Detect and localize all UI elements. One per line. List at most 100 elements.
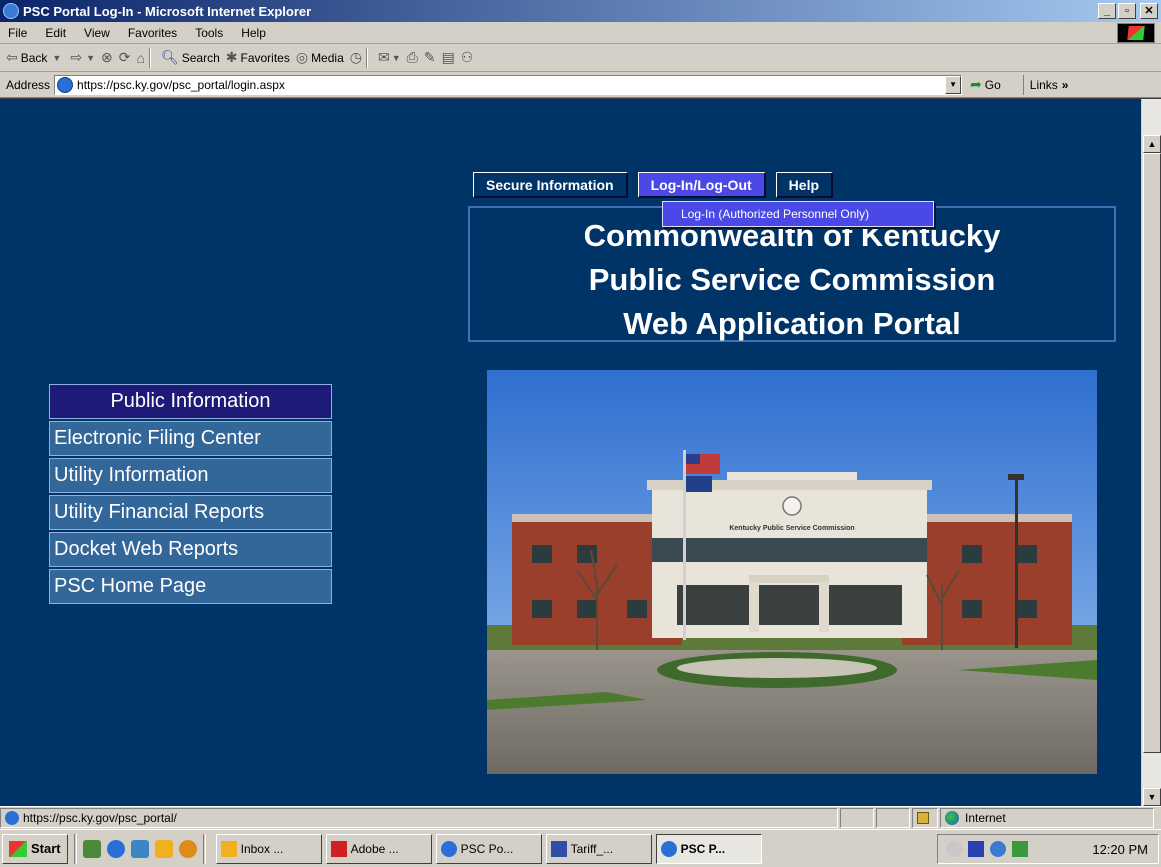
word-icon bbox=[550, 840, 567, 857]
ie-icon bbox=[440, 840, 457, 857]
taskbar-item-label: PSC P... bbox=[680, 841, 726, 856]
back-arrow-icon: ⇦ bbox=[6, 49, 18, 65]
antivirus-icon[interactable] bbox=[968, 841, 984, 857]
menu-edit[interactable]: Edit bbox=[37, 26, 76, 40]
update-icon[interactable] bbox=[1012, 841, 1028, 857]
status-url: https://psc.ky.gov/psc_portal/ bbox=[23, 810, 177, 825]
side-item-docket-web-reports[interactable]: Docket Web Reports bbox=[49, 532, 332, 567]
messenger-icon: ⚇ bbox=[460, 49, 474, 65]
taskbar-item-psc-portal[interactable]: PSC Po... bbox=[435, 833, 542, 864]
taskbar-item-label: Adobe ... bbox=[350, 841, 399, 856]
toolbar-separator bbox=[148, 47, 151, 68]
menu-view[interactable]: View bbox=[76, 26, 120, 40]
start-button[interactable]: Start bbox=[2, 833, 68, 864]
building-illustration: Kentucky Public Service Commission bbox=[487, 370, 1097, 774]
windows-flag-icon bbox=[9, 840, 27, 857]
media-icon: ◎ bbox=[295, 49, 309, 65]
media-player-icon[interactable] bbox=[178, 839, 197, 858]
back-button[interactable]: ⇦ Back ▼ bbox=[6, 49, 64, 66]
window-title: PSC Portal Log-In - Microsoft Internet E… bbox=[23, 3, 312, 19]
side-item-utility-financial-reports[interactable]: Utility Financial Reports bbox=[49, 495, 332, 530]
menu-favorites[interactable]: Favorites bbox=[120, 26, 187, 40]
messenger-button[interactable]: ⚇ bbox=[461, 49, 474, 66]
menu-help[interactable]: Help bbox=[233, 26, 276, 40]
side-item-psc-home-page[interactable]: PSC Home Page bbox=[49, 569, 332, 604]
home-icon: ⌂ bbox=[136, 49, 145, 66]
menu-file[interactable]: File bbox=[0, 26, 37, 40]
search-icon: 🔍︎ bbox=[160, 49, 179, 65]
network-icon[interactable] bbox=[990, 841, 1006, 857]
building-sign-text: Kentucky Public Service Commission bbox=[729, 525, 854, 532]
taskbar-item-psc-active[interactable]: PSC P... bbox=[655, 833, 762, 864]
standard-toolbar: ⇦ Back ▼ ⇨ ▼ ⊗ ⟳ ⌂ 🔍︎ Search ✱ Favorites… bbox=[0, 44, 1161, 72]
discuss-button[interactable]: ▤ bbox=[442, 49, 455, 66]
calendar-icon[interactable] bbox=[154, 839, 173, 858]
adobe-icon bbox=[330, 840, 347, 857]
side-item-electronic-filing-center[interactable]: Electronic Filing Center bbox=[49, 421, 332, 456]
outlook-icon bbox=[220, 840, 237, 857]
go-button[interactable]: ➦ Go bbox=[970, 76, 1001, 93]
status-zone: Internet bbox=[965, 810, 1006, 825]
forward-arrow-icon: ⇨ bbox=[70, 49, 83, 65]
minimize-button[interactable]: _ bbox=[1098, 3, 1116, 19]
clock: 12:20 PM bbox=[1092, 841, 1148, 857]
side-menu: Public Information Electronic Filing Cen… bbox=[49, 384, 332, 606]
windows-logo-throbber bbox=[1117, 23, 1155, 43]
chevron-down-icon: ▼ bbox=[52, 52, 62, 63]
edit-button[interactable]: ✎ bbox=[424, 49, 436, 66]
taskbar-item-inbox[interactable]: Inbox ... bbox=[215, 833, 322, 864]
scroll-down-button[interactable]: ▼ bbox=[1143, 788, 1161, 806]
mail-button[interactable]: ✉ ▼ bbox=[378, 49, 401, 66]
address-input[interactable]: https://psc.ky.gov/psc_portal/login.aspx… bbox=[54, 74, 963, 95]
links-toolbar[interactable]: Links » bbox=[1022, 74, 1068, 95]
media-button[interactable]: ◎ Media bbox=[296, 49, 344, 66]
refresh-button[interactable]: ⟳ bbox=[119, 49, 131, 66]
taskbar-separator bbox=[73, 833, 77, 864]
address-dropdown-button[interactable]: ▼ bbox=[945, 75, 962, 94]
scroll-thumb[interactable] bbox=[1143, 153, 1161, 753]
system-tray: 12:20 PM bbox=[937, 834, 1159, 864]
volume-icon[interactable] bbox=[946, 841, 962, 857]
chevron-down-icon: ▼ bbox=[391, 52, 401, 63]
nav-secure-information[interactable]: Secure Information bbox=[473, 172, 628, 198]
page-icon bbox=[57, 76, 74, 93]
login-dropdown-item[interactable]: Log-In (Authorized Personnel Only) bbox=[662, 201, 934, 227]
maximize-button[interactable]: ▫ bbox=[1118, 3, 1136, 19]
mail-icon: ✉ bbox=[377, 49, 390, 65]
nav-log-in-log-out[interactable]: Log-In/Log-Out bbox=[637, 172, 766, 198]
vertical-scrollbar[interactable]: ▲ ▼ bbox=[1141, 99, 1161, 806]
taskbar-item-adobe[interactable]: Adobe ... bbox=[325, 833, 432, 864]
menu-tools[interactable]: Tools bbox=[187, 26, 233, 40]
history-button[interactable]: ◷ bbox=[350, 49, 362, 66]
scroll-up-button[interactable]: ▲ bbox=[1143, 135, 1161, 153]
back-label: Back bbox=[20, 50, 48, 65]
outlook-icon[interactable] bbox=[130, 839, 149, 858]
side-item-utility-information[interactable]: Utility Information bbox=[49, 458, 332, 493]
chevron-down-icon: ▼ bbox=[86, 52, 95, 63]
discuss-icon: ▤ bbox=[441, 49, 455, 65]
favorites-star-icon: ✱ bbox=[225, 49, 238, 65]
ie-icon bbox=[660, 840, 677, 857]
favorites-button[interactable]: ✱ Favorites bbox=[226, 49, 290, 66]
status-bar: https://psc.ky.gov/psc_portal/ Internet bbox=[0, 806, 1161, 828]
favorites-label: Favorites bbox=[240, 50, 290, 65]
home-button[interactable]: ⌂ bbox=[136, 50, 144, 66]
nav-help[interactable]: Help bbox=[775, 172, 834, 198]
address-bar: Address https://psc.ky.gov/psc_portal/lo… bbox=[0, 72, 1161, 98]
address-url: https://psc.ky.gov/psc_portal/login.aspx bbox=[77, 77, 285, 92]
windows-taskbar: Start Inbox ... Adobe ... PSC Po... Tari… bbox=[0, 829, 1161, 867]
media-label: Media bbox=[311, 50, 344, 65]
windows-flag-icon bbox=[1127, 26, 1145, 40]
go-label: Go bbox=[984, 77, 1001, 92]
close-button[interactable]: ✕ bbox=[1140, 3, 1158, 19]
show-desktop-icon[interactable] bbox=[82, 839, 101, 858]
stop-button[interactable]: ⊗ bbox=[101, 49, 113, 66]
ie-icon[interactable] bbox=[106, 839, 125, 858]
print-button[interactable]: ⎙ bbox=[407, 49, 418, 66]
search-button[interactable]: 🔍︎ Search bbox=[161, 49, 220, 66]
links-label: Links bbox=[1029, 77, 1058, 92]
print-icon: ⎙ bbox=[406, 49, 418, 65]
taskbar-item-tariff[interactable]: Tariff_... bbox=[545, 833, 652, 864]
status-pane-secure bbox=[912, 807, 938, 828]
forward-button[interactable]: ⇨ ▼ bbox=[70, 49, 95, 66]
